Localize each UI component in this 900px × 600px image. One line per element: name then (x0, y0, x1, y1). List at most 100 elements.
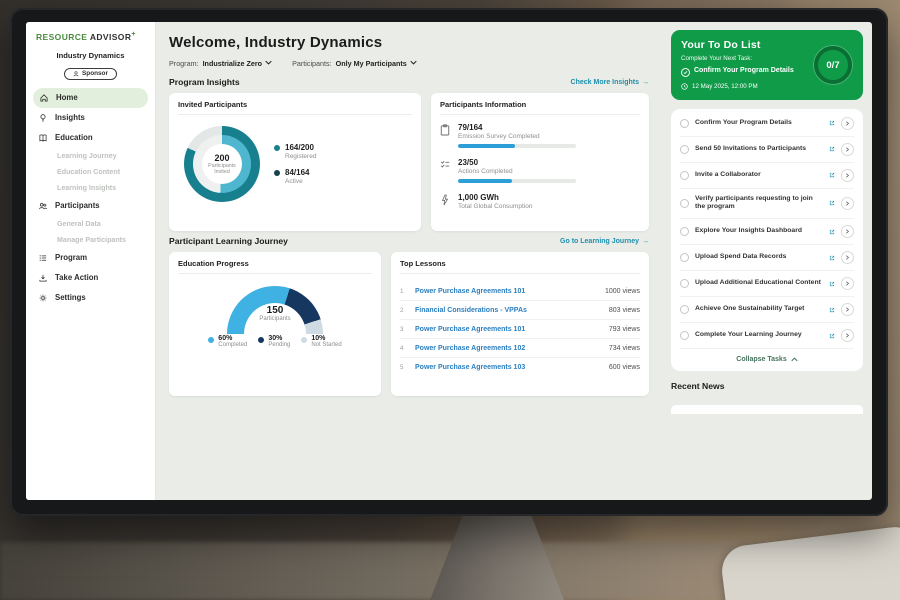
open-task-icon[interactable] (829, 200, 835, 206)
chevron-down-icon (265, 59, 272, 66)
task-item[interactable]: Send 50 Invitations to Participants (680, 137, 854, 163)
info-label: Total Global Consumption (458, 203, 532, 210)
chevron-right-icon[interactable] (841, 303, 854, 316)
chevron-right-icon[interactable] (841, 225, 854, 238)
task-label: Explore Your Insights Dashboard (695, 227, 823, 236)
task-item[interactable]: Complete Your Learning Journey (680, 323, 854, 349)
open-task-icon[interactable] (829, 307, 835, 313)
info-value: 79/164 (458, 123, 576, 132)
program-filter-dropdown[interactable]: Industrialize Zero (203, 59, 273, 68)
task-checkbox[interactable] (680, 279, 689, 288)
lesson-rank: 1 (400, 288, 408, 295)
task-checkbox[interactable] (680, 199, 689, 208)
lesson-link[interactable]: Power Purchase Agreements 103 (415, 364, 602, 371)
lesson-link[interactable]: Power Purchase Agreements 101 (415, 326, 602, 333)
chevron-right-icon[interactable] (841, 329, 854, 342)
task-label: Verify participants requesting to join t… (695, 195, 823, 213)
task-item[interactable]: Upload Additional Educational Content (680, 271, 854, 297)
chevron-right-icon[interactable] (841, 117, 854, 130)
sidebar-item-label: Insights (55, 113, 85, 122)
sidebar-item-participants[interactable]: Participants (26, 196, 155, 216)
task-checkbox[interactable] (680, 145, 689, 154)
legend-value: 164/200 (285, 143, 316, 153)
lesson-link[interactable]: Financial Considerations - VPPAs (415, 307, 602, 314)
lesson-row: 4 Power Purchase Agreements 102 734 view… (400, 339, 640, 358)
sidebar-item-program[interactable]: Program (26, 248, 155, 268)
legend-pct: 10% (311, 335, 341, 342)
todo-progress-ring: 0/7 (814, 46, 852, 84)
sidebar-item-education-content[interactable]: Education Content (26, 164, 155, 180)
legend-label: Completed (218, 342, 247, 348)
legend-item-registered: 164/200 Registered (274, 143, 316, 160)
lesson-row: 3 Power Purchase Agreements 101 793 view… (400, 320, 640, 339)
info-label: Actions Completed (458, 168, 576, 175)
open-task-icon[interactable] (829, 281, 835, 287)
donut-center-label: Participants Invited (206, 163, 238, 176)
info-label: Emission Survey Completed (458, 133, 576, 140)
sidebar-item-manage-participants[interactable]: Manage Participants (26, 232, 155, 248)
task-item[interactable]: Upload Spend Data Records (680, 245, 854, 271)
app-logo: RESOURCE ADVISOR+ (26, 31, 155, 44)
participants-filter-value: Only My Participants (336, 59, 407, 68)
task-checkbox[interactable] (680, 227, 689, 236)
go-to-learning-journey-link[interactable]: Go to Learning Journey → (560, 238, 649, 245)
link-label: Check More Insights (571, 79, 639, 86)
open-task-icon[interactable] (829, 255, 835, 261)
open-task-icon[interactable] (829, 120, 835, 126)
todo-panel: Your To Do List Complete Your Next Task:… (662, 22, 872, 500)
open-task-icon[interactable] (829, 172, 835, 178)
top-lessons-card: Top Lessons 1 Power Purchase Agreements … (391, 252, 649, 396)
lesson-link[interactable]: Power Purchase Agreements 102 (415, 345, 602, 352)
task-item[interactable]: Achieve One Sustainability Target (680, 297, 854, 323)
chevron-right-icon[interactable] (841, 251, 854, 264)
chevron-right-icon[interactable] (841, 197, 854, 210)
chevron-right-icon[interactable] (841, 169, 854, 182)
sidebar-item-insights[interactable]: Insights (26, 108, 155, 128)
recent-news-card-edge (671, 405, 863, 414)
sidebar-item-learning-journey[interactable]: Learning Journey (26, 148, 155, 164)
sponsor-badge: Sponsor (64, 68, 117, 80)
registered-dot (274, 145, 280, 151)
chevron-up-icon (791, 357, 798, 362)
task-item[interactable]: Confirm Your Program Details (680, 111, 854, 137)
main-content: Welcome, Industry Dynamics Program: Indu… (156, 22, 662, 500)
sidebar-item-learning-insights[interactable]: Learning Insights (26, 180, 155, 196)
info-row-consumption: 1,000 GWh Total Global Consumption (440, 193, 640, 211)
sidebar-item-take-action[interactable]: Take Action (26, 268, 155, 288)
chevron-right-icon[interactable] (841, 277, 854, 290)
sidebar-item-label: Program (55, 253, 87, 262)
task-checkbox[interactable] (680, 305, 689, 314)
lesson-link[interactable]: Power Purchase Agreements 101 (415, 288, 598, 295)
task-checkbox[interactable] (680, 119, 689, 128)
sidebar-item-label: Take Action (55, 273, 98, 282)
open-task-icon[interactable] (829, 229, 835, 235)
task-item[interactable]: Invite a Collaborator (680, 163, 854, 189)
participants-filter-dropdown[interactable]: Only My Participants (336, 59, 417, 68)
task-item[interactable]: Explore Your Insights Dashboard (680, 219, 854, 245)
program-filter-value: Industrialize Zero (203, 59, 263, 68)
sidebar-item-general-data[interactable]: General Data (26, 216, 155, 232)
check-more-insights-link[interactable]: Check More Insights → (571, 79, 649, 86)
invited-participants-card: Invited Participants 200 Participants In… (169, 93, 421, 231)
lightbulb-icon (38, 113, 48, 123)
sidebar-item-education[interactable]: Education (26, 128, 155, 148)
task-item[interactable]: Verify participants requesting to join t… (680, 189, 854, 220)
open-task-icon[interactable] (829, 333, 835, 339)
logo-part-1: RESOURCE (36, 32, 87, 42)
completed-dot (208, 337, 214, 343)
task-checkbox[interactable] (680, 253, 689, 262)
open-task-icon[interactable] (829, 146, 835, 152)
sidebar-item-home[interactable]: Home (33, 88, 148, 108)
sidebar-item-settings[interactable]: Settings (26, 288, 155, 308)
actions-progress-bar (458, 179, 512, 183)
collapse-tasks-button[interactable]: Collapse Tasks (680, 349, 854, 369)
task-checkbox[interactable] (680, 171, 689, 180)
task-label: Upload Additional Educational Content (695, 279, 823, 288)
invited-legend: 164/200 Registered 84/164 Active (274, 135, 316, 192)
page-title: Welcome, Industry Dynamics (169, 34, 649, 51)
participants-filter-label: Participants: (292, 59, 332, 68)
todo-next-task[interactable]: Confirm Your Program Details (681, 67, 813, 77)
task-checkbox[interactable] (680, 331, 689, 340)
gear-icon (38, 293, 48, 303)
chevron-right-icon[interactable] (841, 143, 854, 156)
